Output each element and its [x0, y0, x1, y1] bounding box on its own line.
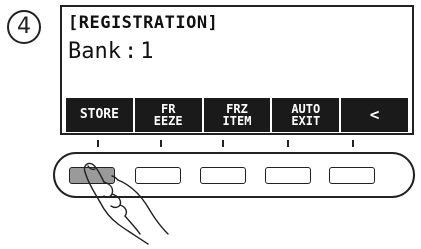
softkey-bar: STORE FR EEZE FRZ ITEM AUTO EXIT < — [66, 98, 408, 132]
frz-item-button[interactable] — [200, 167, 246, 184]
display-title: [REGISTRATION] — [68, 13, 219, 33]
softkey-label: < — [369, 105, 380, 124]
softkey-label: EEZE — [153, 114, 183, 128]
softkey-store: STORE — [66, 98, 133, 132]
tick-mark — [352, 140, 354, 147]
tick-mark — [160, 140, 162, 147]
step-number: 4 — [7, 10, 41, 44]
step-number-label: 4 — [17, 14, 31, 39]
back-button[interactable] — [329, 167, 375, 184]
pointing-hand-icon — [83, 162, 169, 245]
bank-colon: : — [123, 39, 138, 64]
softkey-tick-marks — [0, 136, 421, 152]
softkey-label: STORE — [79, 107, 119, 122]
softkey-back: < — [341, 98, 408, 132]
softkey-frz-item: FRZ ITEM — [203, 98, 271, 132]
bank-label: Bank — [68, 39, 121, 64]
tick-mark — [97, 140, 99, 147]
lcd-display: [REGISTRATION] Bank:1 STORE FR EEZE FRZ … — [60, 5, 414, 135]
auto-exit-button[interactable] — [265, 167, 311, 184]
softkey-label: EXIT — [291, 114, 321, 128]
tick-mark — [287, 140, 289, 147]
bank-value: 1 — [140, 39, 154, 64]
softkey-auto-exit: AUTO EXIT — [272, 98, 340, 132]
bank-readout: Bank:1 — [68, 39, 153, 64]
softkey-freeze: FR EEZE — [134, 98, 202, 132]
softkey-label: ITEM — [222, 114, 252, 128]
tick-mark — [222, 140, 224, 147]
